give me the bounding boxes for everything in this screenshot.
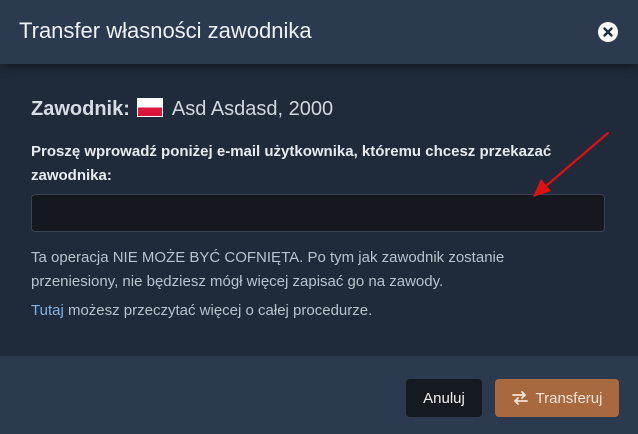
close-button[interactable] [598,22,618,42]
warning-text: Ta operacja NIE MOŻE BYĆ COFNIĘTA. Po ty… [31,249,505,290]
email-input[interactable] [31,194,605,232]
transfer-modal: Transfer własności zawodnika Zawodnik: A… [0,0,638,434]
modal-title: Transfer własności zawodnika [19,18,312,43]
player-info: Zawodnik: Asd Asdasd, 2000 [31,98,333,121]
transfer-button-label: Transferuj [535,389,603,407]
close-icon [603,27,613,37]
modal-body: Zawodnik: Asd Asdasd, 2000 Proszę wprowa… [0,64,638,356]
player-name: Asd Asdasd, 2000 [171,98,334,120]
exchange-arrows-icon [511,391,528,405]
more-info-text: Tutaj możesz przeczytać więcej o całej p… [31,302,372,319]
modal-footer: Anuluj Transferuj [0,356,638,434]
transfer-button[interactable]: Transferuj [495,379,619,417]
more-info-link[interactable]: Tutaj [31,302,64,319]
modal-header: Transfer własności zawodnika [0,0,638,64]
player-label: Zawodnik: [31,98,130,120]
poland-flag-icon [137,98,164,117]
more-info-rest: możesz przeczytać więcej o całej procedu… [63,302,373,319]
email-prompt: Proszę wprowadź poniżej e-mail użytkowni… [31,143,552,184]
cancel-button[interactable]: Anuluj [406,379,482,417]
